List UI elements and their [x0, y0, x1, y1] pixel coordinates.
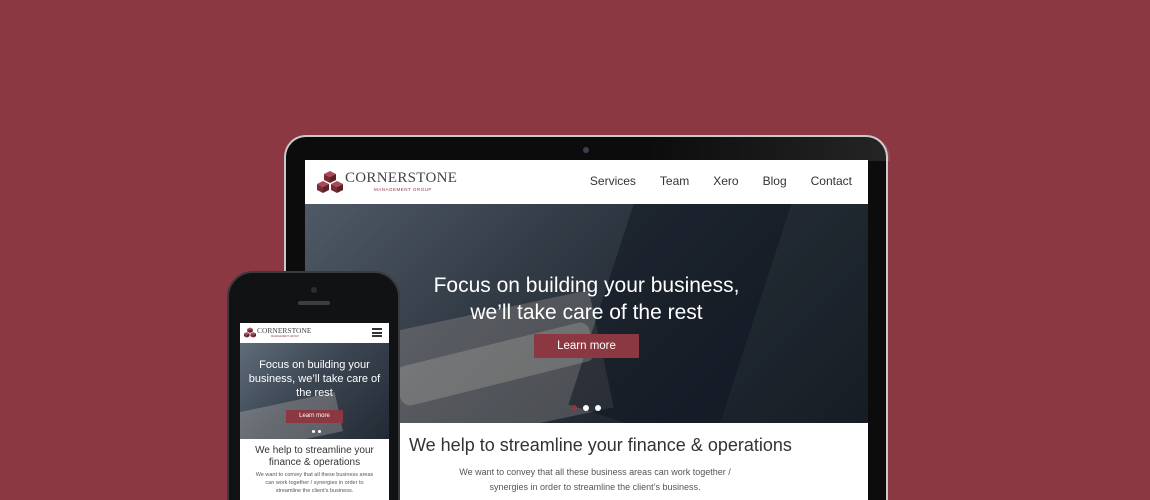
- carousel-dots: [571, 405, 601, 411]
- nav-item-blog[interactable]: Blog: [763, 174, 787, 188]
- desktop-navbar: CORNERSTONE MANAGEMENT GROUP Services Te…: [305, 160, 868, 204]
- mobile-intro-heading: We help to streamline your finance & ope…: [255, 445, 374, 468]
- nav-item-team[interactable]: Team: [660, 174, 689, 188]
- mobile-carousel-dot-2[interactable]: [318, 430, 321, 433]
- phone-camera: [311, 287, 317, 293]
- mobile-logo-name: CORNERSTONE: [257, 326, 312, 335]
- laptop-camera: [583, 147, 589, 153]
- nav-item-services[interactable]: Services: [590, 174, 636, 188]
- mobile-carousel-dots: [312, 430, 321, 433]
- intro-body: We want to convey that all these busines…: [459, 467, 731, 492]
- phone-screen: CORNERSTONE MANAGEMENT GROUP Focus on bu…: [240, 323, 389, 500]
- desktop-nav-links: Services Team Xero Blog Contact: [590, 174, 852, 188]
- hamburger-bar: [372, 328, 382, 330]
- desktop-logo[interactable]: CORNERSTONE MANAGEMENT GROUP: [315, 169, 465, 197]
- mobile-learn-more-button[interactable]: Learn more: [286, 410, 343, 423]
- intro-heading: We help to streamline your finance & ope…: [409, 435, 792, 455]
- nav-item-xero[interactable]: Xero: [713, 174, 738, 188]
- cubes-logo-icon: [244, 327, 256, 338]
- carousel-dot-1[interactable]: [571, 405, 577, 411]
- mobile-logo[interactable]: CORNERSTONE MANAGEMENT GROUP: [243, 326, 313, 340]
- mobile-hero: Focus on building your business, we’ll t…: [240, 343, 389, 439]
- hamburger-bar: [372, 335, 382, 337]
- logo-name: CORNERSTONE: [345, 170, 458, 186]
- mobile-logo-tagline: MANAGEMENT GROUP: [271, 335, 299, 338]
- laptop-gloss: [646, 137, 890, 161]
- mobile-intro-body: We want to convey that all these busines…: [255, 472, 374, 494]
- logo-tagline: MANAGEMENT GROUP: [374, 187, 432, 192]
- mobile-intro-section: We help to streamline your finance & ope…: [240, 439, 389, 500]
- mobile-hero-title: Focus on building your business, we’ll t…: [248, 359, 381, 399]
- carousel-dot-2[interactable]: [583, 405, 589, 411]
- cubes-logo-icon: [317, 171, 343, 193]
- carousel-dot-3[interactable]: [595, 405, 601, 411]
- hamburger-bar: [372, 331, 382, 334]
- hamburger-icon[interactable]: [372, 328, 382, 337]
- nav-item-contact[interactable]: Contact: [811, 174, 852, 188]
- phone-speaker: [298, 301, 330, 305]
- phone-device: CORNERSTONE MANAGEMENT GROUP Focus on bu…: [227, 271, 400, 500]
- mobile-navbar: CORNERSTONE MANAGEMENT GROUP: [240, 323, 389, 343]
- learn-more-button[interactable]: Learn more: [534, 334, 639, 358]
- mobile-carousel-dot-1[interactable]: [312, 430, 315, 433]
